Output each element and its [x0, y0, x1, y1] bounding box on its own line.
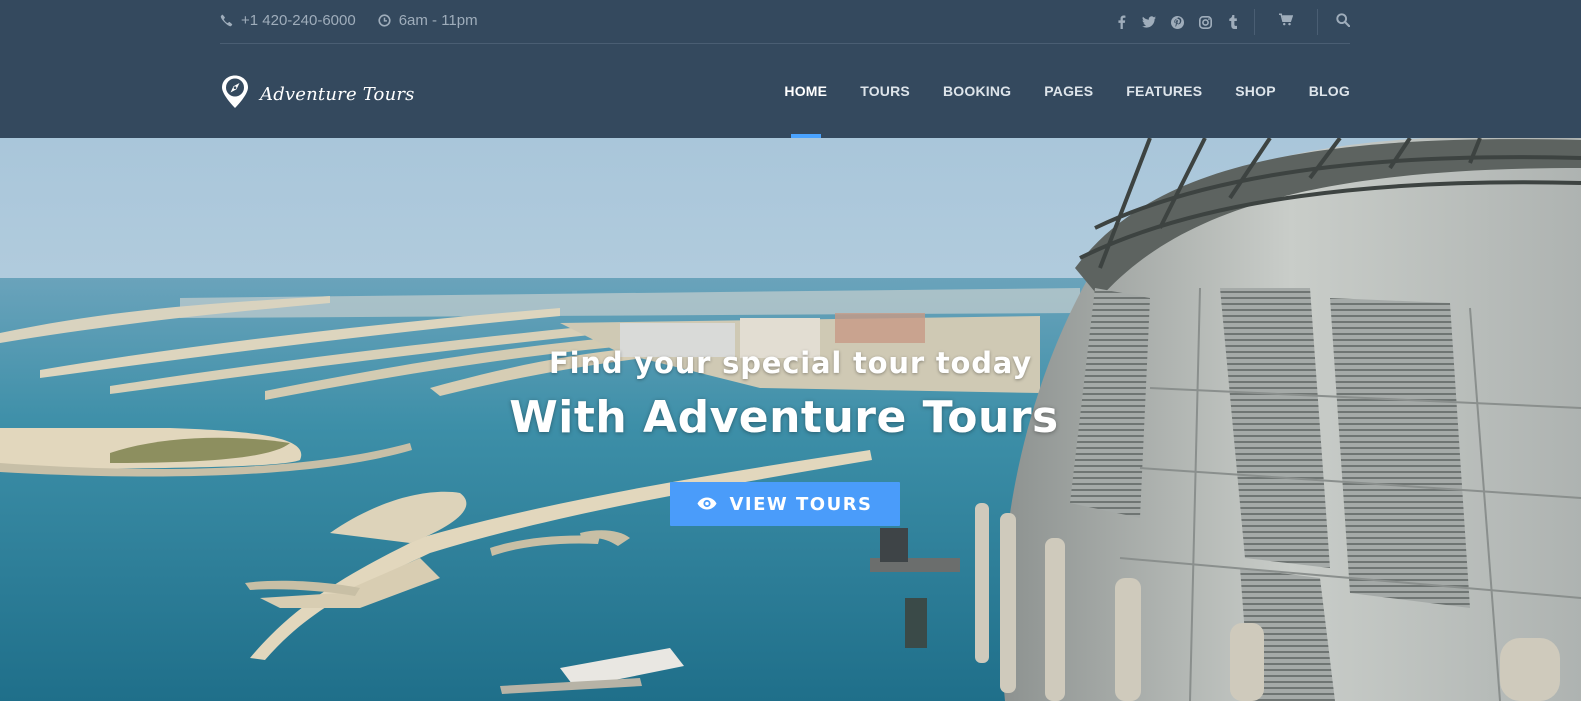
nav-item-features[interactable]: FEATURES	[1126, 44, 1202, 138]
view-tours-button[interactable]: VIEW TOURS	[670, 482, 900, 526]
view-tours-label: VIEW TOURS	[729, 493, 873, 515]
nav-item-home[interactable]: HOME	[784, 44, 827, 138]
nav-item-booking[interactable]: BOOKING	[943, 44, 1011, 138]
site-logo[interactable]: Adventure Tours	[220, 74, 415, 115]
social-links	[1114, 15, 1254, 29]
facebook-icon[interactable]	[1114, 15, 1128, 29]
brand-name: Adventure Tours	[260, 84, 415, 105]
phone-icon	[220, 14, 233, 27]
phone-info: +1 420-240-6000	[220, 12, 356, 29]
search-button[interactable]	[1318, 0, 1351, 44]
twitter-icon[interactable]	[1142, 15, 1156, 29]
hours-info: 6am - 11pm	[378, 12, 478, 29]
contact-info: +1 420-240-6000 6am - 11pm	[220, 12, 478, 29]
cart-icon	[1279, 13, 1294, 31]
site-header: +1 420-240-6000 6am - 11pm Adventure Tou…	[0, 0, 1581, 138]
top-bar: +1 420-240-6000 6am - 11pm	[220, 0, 1351, 44]
search-icon	[1336, 12, 1351, 32]
hero-banner: Find your special tour today With Advent…	[0, 138, 1581, 701]
clock-icon	[378, 14, 391, 27]
cart-button[interactable]	[1255, 0, 1317, 44]
pinterest-icon[interactable]	[1170, 15, 1184, 29]
hero-subtitle: Find your special tour today	[549, 346, 1032, 380]
nav-item-shop[interactable]: SHOP	[1235, 44, 1275, 138]
nav-item-blog[interactable]: BLOG	[1309, 44, 1350, 138]
instagram-icon[interactable]	[1198, 15, 1212, 29]
opening-hours: 6am - 11pm	[398, 12, 478, 29]
nav-item-tours[interactable]: TOURS	[860, 44, 910, 138]
compass-pin-icon	[220, 74, 250, 115]
nav-item-pages[interactable]: PAGES	[1044, 44, 1093, 138]
tumblr-icon[interactable]	[1226, 15, 1240, 29]
eye-icon	[697, 494, 717, 515]
primary-menu: HOME TOURS BOOKING PAGES FEATURES SHOP B…	[751, 44, 1350, 138]
phone-number: +1 420-240-6000	[241, 12, 356, 29]
hero-title: With Adventure Tours	[509, 392, 1059, 443]
main-navigation: Adventure Tours HOME TOURS BOOKING PAGES…	[220, 44, 1350, 138]
top-bar-actions	[1114, 0, 1351, 44]
